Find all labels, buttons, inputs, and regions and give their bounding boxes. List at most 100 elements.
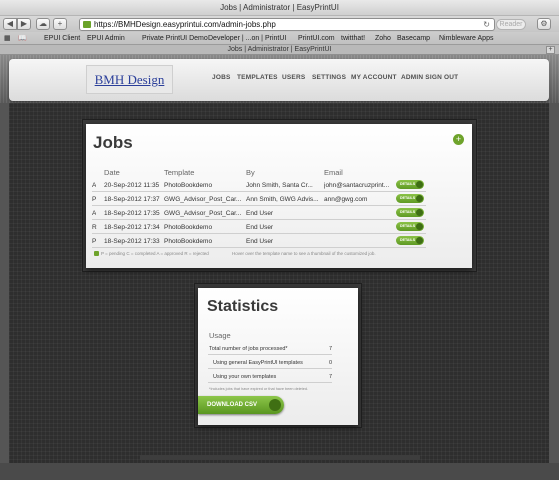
table-row: R 18-Sep-2012 17:34 PhotoBookdemo End Us… bbox=[92, 221, 426, 234]
footer-strip bbox=[0, 463, 559, 480]
settings-button[interactable]: ⚙ bbox=[537, 18, 551, 30]
share-button[interactable]: ☁ bbox=[36, 18, 50, 30]
arrow-circle-icon bbox=[416, 195, 423, 202]
bookmark-item[interactable]: twitthat! bbox=[341, 32, 365, 45]
nav-templates[interactable]: TEMPLATES bbox=[237, 74, 278, 81]
details-button[interactable]: DETAILS bbox=[396, 208, 424, 217]
plus-icon: + bbox=[57, 19, 63, 28]
legend-text: P = pending C = completed A = approved R… bbox=[101, 251, 209, 256]
template-cell[interactable]: PhotoBookdemo bbox=[164, 182, 244, 189]
status-cell: A bbox=[92, 210, 97, 217]
forward-button[interactable]: ▶ bbox=[17, 18, 31, 30]
arrow-circle-icon bbox=[269, 399, 281, 411]
by-cell: End User bbox=[246, 238, 274, 245]
favicon-icon bbox=[83, 21, 91, 28]
table-row: P 18-Sep-2012 17:37 GWG_Advisor_Post_Car… bbox=[92, 193, 426, 206]
bookmark-item[interactable]: Zoho bbox=[375, 32, 391, 45]
column-header-by: By bbox=[246, 168, 255, 177]
tab-active[interactable]: Jobs | Administrator | EasyPrintUI bbox=[227, 46, 331, 53]
status-cell: P bbox=[92, 238, 97, 245]
stats-row: Using general EasyPrintUI templates 0 bbox=[208, 357, 332, 369]
details-label: DETAILS bbox=[400, 182, 416, 186]
stats-value: 7 bbox=[328, 346, 332, 352]
bookmark-item[interactable]: EPUI Admin bbox=[87, 32, 125, 45]
details-label: DETAILS bbox=[400, 224, 416, 228]
by-cell: John Smith, Santa Cr... bbox=[246, 182, 313, 189]
bookmark-item[interactable]: PrintUI.com bbox=[298, 32, 335, 45]
email-cell: ann@gwg.com bbox=[324, 196, 368, 203]
bookmark-item[interactable]: Private PrintUI Demo bbox=[142, 32, 208, 45]
stats-label: Using general EasyPrintUI templates bbox=[213, 360, 303, 366]
stats-row: Using your own templates 7 bbox=[208, 371, 332, 383]
plus-icon: + bbox=[455, 134, 462, 144]
reload-icon[interactable]: ↻ bbox=[483, 19, 490, 30]
download-csv-button[interactable]: DOWNLOAD CSV bbox=[198, 396, 284, 414]
back-button[interactable]: ◀ bbox=[3, 18, 17, 30]
bookmark-item[interactable]: Nimbleware Apps bbox=[439, 32, 493, 45]
date-cell: 18-Sep-2012 17:33 bbox=[104, 238, 160, 245]
details-button[interactable]: DETAILS bbox=[396, 236, 424, 245]
template-cell[interactable]: PhotoBookdemo bbox=[164, 224, 244, 231]
date-cell: 18-Sep-2012 17:34 bbox=[104, 224, 160, 231]
status-cell: A bbox=[92, 182, 97, 189]
pencil-icon bbox=[94, 251, 99, 257]
details-button[interactable]: DETAILS bbox=[396, 194, 424, 203]
nav-my-account[interactable]: MY ACCOUNT bbox=[351, 74, 397, 81]
browser-toolbar: ◀ ▶ ☁ + https://BMHDesign.easyprintui.co… bbox=[0, 16, 559, 32]
stats-label: Total number of jobs processed* bbox=[209, 346, 288, 352]
gear-icon: ⚙ bbox=[540, 19, 548, 28]
status-cell: P bbox=[92, 196, 97, 203]
status-cell: R bbox=[92, 224, 97, 231]
footer-bar bbox=[140, 455, 420, 460]
chevron-right-icon: ▶ bbox=[20, 19, 28, 28]
details-label: DETAILS bbox=[400, 238, 416, 242]
by-cell: End User bbox=[246, 210, 274, 217]
by-cell: Ann Smith, GWG Advis... bbox=[246, 196, 319, 203]
bookmark-item[interactable]: Basecamp bbox=[397, 32, 430, 45]
details-button[interactable]: DETAILS bbox=[396, 222, 424, 231]
bookmarks-bar: ▦ 📖 EPUI Client EPUI Admin Private Print… bbox=[0, 32, 559, 45]
stats-footnote: *Includes jobs that have expired or that… bbox=[209, 387, 308, 391]
template-cell[interactable]: PhotoBookdemo bbox=[164, 238, 244, 245]
date-cell: 18-Sep-2012 17:37 bbox=[104, 196, 160, 203]
page-margin-left bbox=[0, 103, 9, 463]
stats-value: 0 bbox=[328, 360, 332, 366]
details-label: DETAILS bbox=[400, 196, 416, 200]
site-logo[interactable]: BMH Design bbox=[86, 65, 173, 94]
table-row: A 18-Sep-2012 17:35 GWG_Advisor_Post_Car… bbox=[92, 207, 426, 220]
bookmark-item[interactable]: EPUI Client bbox=[44, 32, 80, 45]
url-text: https://BMHDesign.easyprintui.com/admin-… bbox=[94, 20, 276, 29]
download-csv-label: DOWNLOAD CSV bbox=[207, 402, 257, 408]
status-legend: P = pending C = completed A = approved R… bbox=[94, 251, 209, 257]
reader-button[interactable]: Reader bbox=[496, 19, 526, 30]
cloud-icon: ☁ bbox=[39, 19, 47, 28]
bookmark-item[interactable]: Developer | ...on | PrintUI bbox=[208, 32, 286, 45]
date-cell: 20-Sep-2012 11:35 bbox=[104, 182, 160, 189]
nav-settings[interactable]: SETTINGS bbox=[312, 74, 346, 81]
nav-admin-sign-out[interactable]: ADMIN SIGN OUT bbox=[401, 74, 458, 81]
template-cell[interactable]: GWG_Advisor_Post_Car... bbox=[164, 196, 244, 203]
template-cell[interactable]: GWG_Advisor_Post_Car... bbox=[164, 210, 244, 217]
arrow-circle-icon bbox=[416, 223, 423, 230]
hover-note: Hover over the template name to see a th… bbox=[232, 251, 376, 256]
details-button[interactable]: DETAILS bbox=[396, 180, 424, 189]
nav-jobs[interactable]: JOBS bbox=[212, 74, 231, 81]
details-label: DETAILS bbox=[400, 210, 416, 214]
new-tab-button[interactable]: + bbox=[546, 46, 555, 54]
jobs-panel: Jobs + Date Template By Email A 20-Sep-2… bbox=[86, 124, 472, 268]
statistics-title: Statistics bbox=[207, 298, 279, 315]
open-book-icon[interactable]: 📖 bbox=[18, 32, 27, 45]
stats-row: Total number of jobs processed* 7 bbox=[208, 343, 332, 355]
header-panel: BMH Design JOBS TEMPLATES USERS SETTINGS… bbox=[9, 59, 549, 101]
bookmarks-grid-icon[interactable]: ▦ bbox=[4, 32, 11, 45]
by-cell: End User bbox=[246, 224, 274, 231]
add-button[interactable]: + bbox=[53, 18, 67, 30]
stats-value: 7 bbox=[328, 374, 332, 380]
column-header-template: Template bbox=[164, 168, 195, 177]
nav-users[interactable]: USERS bbox=[282, 74, 305, 81]
add-job-button[interactable]: + bbox=[453, 134, 464, 145]
chevron-left-icon: ◀ bbox=[6, 19, 14, 28]
arrow-circle-icon bbox=[416, 237, 423, 244]
address-bar[interactable]: https://BMHDesign.easyprintui.com/admin-… bbox=[79, 18, 495, 31]
stats-label: Using your own templates bbox=[213, 374, 277, 380]
